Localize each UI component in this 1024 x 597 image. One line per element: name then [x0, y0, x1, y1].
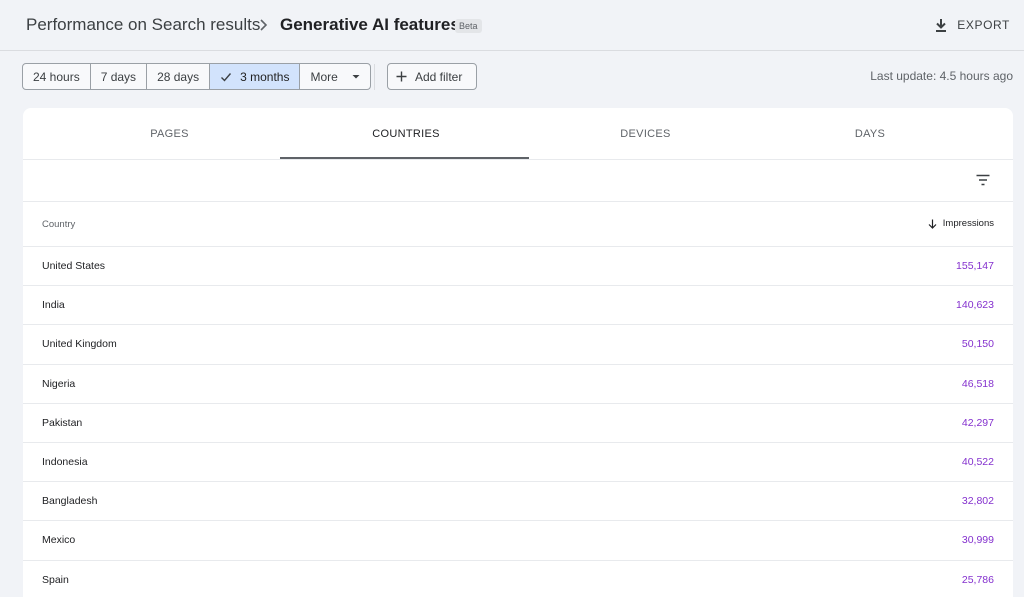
table-row[interactable]: United Kingdom 50,150 — [23, 325, 1013, 365]
range-label: 24 hours — [33, 69, 80, 84]
table-row[interactable]: Nigeria 46,518 — [23, 365, 1013, 404]
dimension-tabs: PAGES COUNTRIES DEVICES DAYS — [23, 108, 1013, 160]
range-label: 7 days — [100, 69, 137, 84]
active-tab-indicator — [280, 157, 529, 159]
chevron-right-icon — [260, 19, 268, 31]
download-icon — [936, 19, 947, 32]
tab-devices[interactable]: DEVICES — [530, 108, 761, 160]
export-label: EXPORT — [957, 18, 1010, 32]
tab-label: PAGES — [150, 128, 189, 140]
country-name: Pakistan — [42, 416, 83, 429]
tab-label: DAYS — [854, 128, 886, 140]
impressions-value: 25,786 — [961, 573, 994, 586]
country-name: Spain — [42, 573, 69, 586]
arrow-down-icon — [928, 219, 937, 229]
table-row[interactable]: Spain 25,786 — [23, 561, 1013, 597]
table-row[interactable]: Pakistan 42,297 — [23, 404, 1013, 443]
impressions-value: 140,623 — [956, 299, 994, 312]
impressions-value: 30,999 — [961, 534, 994, 547]
date-range-selector: 24 hours 7 days 28 days 3 months More — [22, 63, 371, 90]
page-header: Performance on Search results Generative… — [0, 0, 1024, 51]
caret-down-icon — [352, 74, 360, 78]
column-header-country[interactable]: Country — [42, 219, 75, 230]
range-7-days[interactable]: 7 days — [91, 64, 148, 89]
country-name: India — [42, 299, 65, 312]
tab-countries[interactable]: COUNTRIES — [316, 108, 496, 160]
export-button[interactable]: EXPORT — [933, 12, 1010, 38]
impressions-value: 42,297 — [961, 416, 994, 429]
table-header: Country Impressions — [23, 202, 1013, 247]
impressions-value: 46,518 — [961, 377, 994, 390]
breadcrumb-parent[interactable]: Performance on Search results — [26, 15, 260, 35]
impressions-header-label: Impressions — [942, 218, 994, 229]
table-row[interactable]: Indonesia 40,522 — [23, 443, 1013, 483]
country-name: Mexico — [42, 534, 76, 547]
range-label: 3 months — [240, 69, 290, 84]
impressions-value: 155,147 — [956, 260, 994, 272]
column-header-impressions[interactable]: Impressions — [928, 218, 994, 229]
plus-icon — [396, 71, 407, 82]
report-card: PAGES COUNTRIES DEVICES DAYS Country Imp… — [23, 108, 1013, 597]
filter-list-icon[interactable] — [975, 172, 991, 188]
table-row[interactable]: United States 155,147 — [23, 247, 1013, 287]
check-icon — [221, 72, 232, 82]
beta-badge: Beta — [455, 19, 482, 33]
table-toolbar — [23, 160, 1013, 202]
add-filter-label: Add filter — [415, 69, 463, 84]
range-more-dropdown[interactable]: More — [300, 64, 369, 89]
impressions-value: 32,802 — [961, 495, 994, 508]
table-row[interactable]: Bangladesh 32,802 — [23, 482, 1013, 522]
toolbar-divider — [374, 64, 375, 90]
impressions-value: 50,150 — [961, 338, 994, 351]
range-label: 28 days — [157, 69, 200, 84]
country-name: United Kingdom — [42, 338, 117, 351]
tab-days[interactable]: DAYS — [761, 108, 979, 160]
page-title: Generative AI features — [280, 15, 460, 34]
tab-pages[interactable]: PAGES — [23, 108, 316, 160]
impressions-value: 40,522 — [961, 455, 994, 468]
table-row[interactable]: India 140,623 — [23, 286, 1013, 326]
tab-label: COUNTRIES — [372, 128, 440, 140]
last-update-text: Last update: 4.5 hours ago — [870, 69, 1013, 83]
range-28-days[interactable]: 28 days — [147, 64, 211, 89]
range-24-hours[interactable]: 24 hours — [23, 64, 91, 89]
country-name: United States — [42, 260, 106, 272]
tab-label: DEVICES — [620, 128, 671, 140]
country-name: Bangladesh — [42, 495, 98, 508]
table-body: United States 155,147 India 140,623 Unit… — [23, 247, 1013, 597]
country-name: Indonesia — [42, 455, 88, 468]
table-row[interactable]: Mexico 30,999 — [23, 521, 1013, 561]
range-label: More — [310, 69, 338, 84]
add-filter-button[interactable]: Add filter — [387, 63, 477, 90]
range-3-months[interactable]: 3 months — [210, 64, 301, 89]
country-name: Nigeria — [42, 377, 76, 390]
